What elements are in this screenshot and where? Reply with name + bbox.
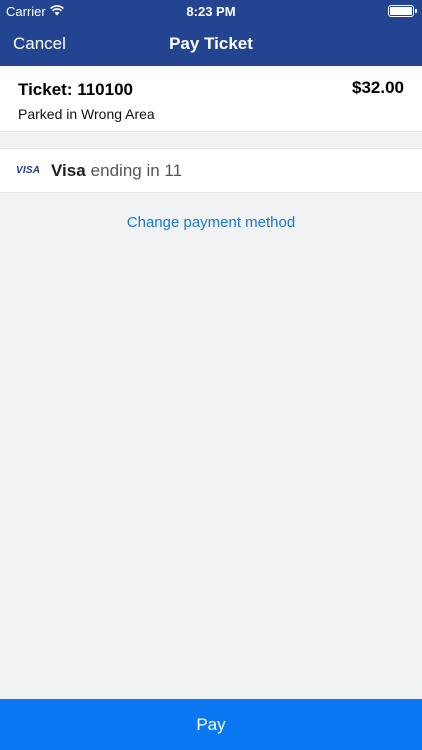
navigation-bar: Cancel Pay Ticket: [0, 24, 422, 66]
visa-card-icon: VISA: [16, 165, 41, 176]
status-time: 8:23 PM: [186, 4, 236, 19]
battery-icon: [388, 5, 417, 17]
card-ending: ending in 11: [90, 160, 183, 180]
ticket-amount: $32.00: [352, 78, 404, 97]
status-bar: Carrier 8:23 PM: [0, 0, 422, 24]
page-title: Pay Ticket: [169, 34, 253, 53]
ticket-description: Parked in Wrong Area: [18, 106, 155, 122]
change-payment-method-link[interactable]: Change payment method: [0, 214, 422, 231]
pay-button[interactable]: Pay: [0, 699, 422, 750]
payment-method-row: VISA Visa ending in 11: [0, 148, 422, 193]
ticket-number: Ticket: 110100: [18, 80, 133, 99]
header: Carrier 8:23 PM Cancel Pay Ticket: [0, 0, 422, 66]
ticket-summary: Ticket: 110100 $32.00 Parked in Wrong Ar…: [0, 66, 422, 132]
card-brand: Visa: [51, 160, 86, 180]
